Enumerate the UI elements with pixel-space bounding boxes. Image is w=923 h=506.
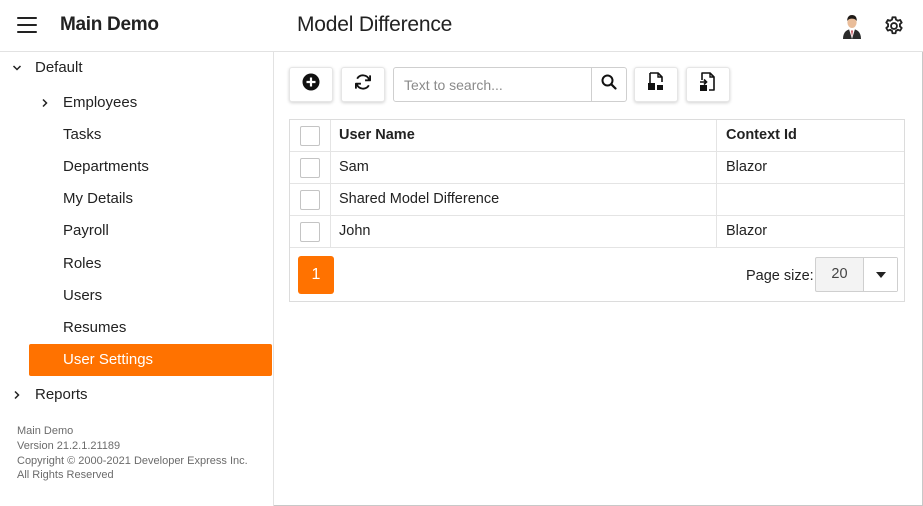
sidebar-item-label: Reports <box>35 386 88 403</box>
search-button[interactable] <box>591 68 626 101</box>
refresh-button[interactable] <box>341 67 385 102</box>
about-copyright: Copyright © 2000-2021 Developer Express … <box>17 454 248 467</box>
sidebar-item-label: Payroll <box>63 222 109 239</box>
table-row[interactable]: Sam Blazor <box>290 152 904 184</box>
search-box <box>393 67 627 102</box>
dropdown-button[interactable] <box>863 258 897 291</box>
sidebar-item-label: Resumes <box>63 319 127 336</box>
sidebar-item-label: Employees <box>63 94 138 111</box>
row-checkbox[interactable] <box>300 158 320 178</box>
about-rights: All Rights Reserved <box>17 469 114 482</box>
sidebar-item-label: Departments <box>63 158 149 175</box>
sidebar-item-default[interactable]: Default <box>0 52 273 84</box>
chevron-down-icon <box>11 52 23 84</box>
sidebar-item-label: Roles <box>63 255 102 272</box>
cell-context-id: Blazor <box>716 152 904 183</box>
sidebar-item-label: Default <box>35 59 83 76</box>
cell-user-name: Shared Model Difference <box>330 184 716 215</box>
import-button[interactable] <box>686 67 730 102</box>
sidebar-item-user-settings[interactable]: User Settings <box>29 344 272 376</box>
search-icon <box>601 74 617 95</box>
page-size-label: Page size: <box>746 268 814 284</box>
new-button[interactable] <box>289 67 333 102</box>
sidebar: Default Employees Tasks Departments My D… <box>0 52 274 506</box>
sidebar-item-employees[interactable]: Employees <box>0 87 273 119</box>
refresh-icon <box>353 72 373 97</box>
export-button[interactable] <box>634 67 678 102</box>
page-title: Model Difference <box>297 13 453 36</box>
user-avatar[interactable] <box>840 13 864 39</box>
gear-icon[interactable] <box>883 15 905 37</box>
cell-user-name: Sam <box>330 152 716 183</box>
about-version: Version 21.2.1.21189 <box>17 439 121 452</box>
hamburger-menu-icon[interactable] <box>17 17 37 33</box>
column-header-context-id[interactable]: Context Id <box>716 120 904 151</box>
row-checkbox[interactable] <box>300 222 320 242</box>
row-checkbox[interactable] <box>300 190 320 210</box>
sidebar-item-label: Users <box>63 287 103 304</box>
sidebar-item-payroll[interactable]: Payroll <box>0 215 273 247</box>
about-app-name: Main Demo <box>17 425 74 437</box>
column-header-user-name[interactable]: User Name <box>330 120 716 151</box>
sidebar-item-label: My Details <box>63 190 134 207</box>
export-icon <box>647 72 665 97</box>
cell-context-id: Blazor <box>716 216 904 247</box>
model-difference-grid: User Name Context Id Sam Blazor Shared M… <box>289 119 905 302</box>
about-info: Main Demo Version 21.2.1.21189 Copyright… <box>17 424 248 483</box>
table-row[interactable]: John Blazor <box>290 216 904 248</box>
app-title: Main Demo <box>60 14 159 35</box>
select-all-checkbox[interactable] <box>300 126 320 146</box>
table-header-row: User Name Context Id <box>290 120 904 152</box>
import-icon <box>699 72 717 97</box>
sidebar-item-label: Tasks <box>63 126 102 143</box>
cell-user-name: John <box>330 216 716 247</box>
sidebar-item-my-details[interactable]: My Details <box>0 183 273 215</box>
caret-down-icon <box>875 266 887 284</box>
search-input[interactable] <box>394 68 591 101</box>
sidebar-item-resumes[interactable]: Resumes <box>0 312 273 344</box>
table-row[interactable]: Shared Model Difference <box>290 184 904 216</box>
page-size-select[interactable]: 20 <box>815 257 898 292</box>
sidebar-item-departments[interactable]: Departments <box>0 151 273 183</box>
page-size-value: 20 <box>831 266 848 282</box>
sidebar-item-users[interactable]: Users <box>0 280 273 312</box>
chevron-right-icon <box>39 87 51 119</box>
sidebar-item-label: User Settings <box>63 351 154 368</box>
sidebar-item-reports[interactable]: Reports <box>0 379 273 411</box>
pager-page-button[interactable]: 1 <box>298 256 334 294</box>
cell-context-id <box>716 184 904 215</box>
plus-circle-icon <box>302 73 320 96</box>
sidebar-item-roles[interactable]: Roles <box>0 248 273 280</box>
app-header: Main Demo Model Difference <box>0 0 923 52</box>
chevron-right-icon <box>11 379 23 411</box>
sidebar-item-tasks[interactable]: Tasks <box>0 119 273 151</box>
